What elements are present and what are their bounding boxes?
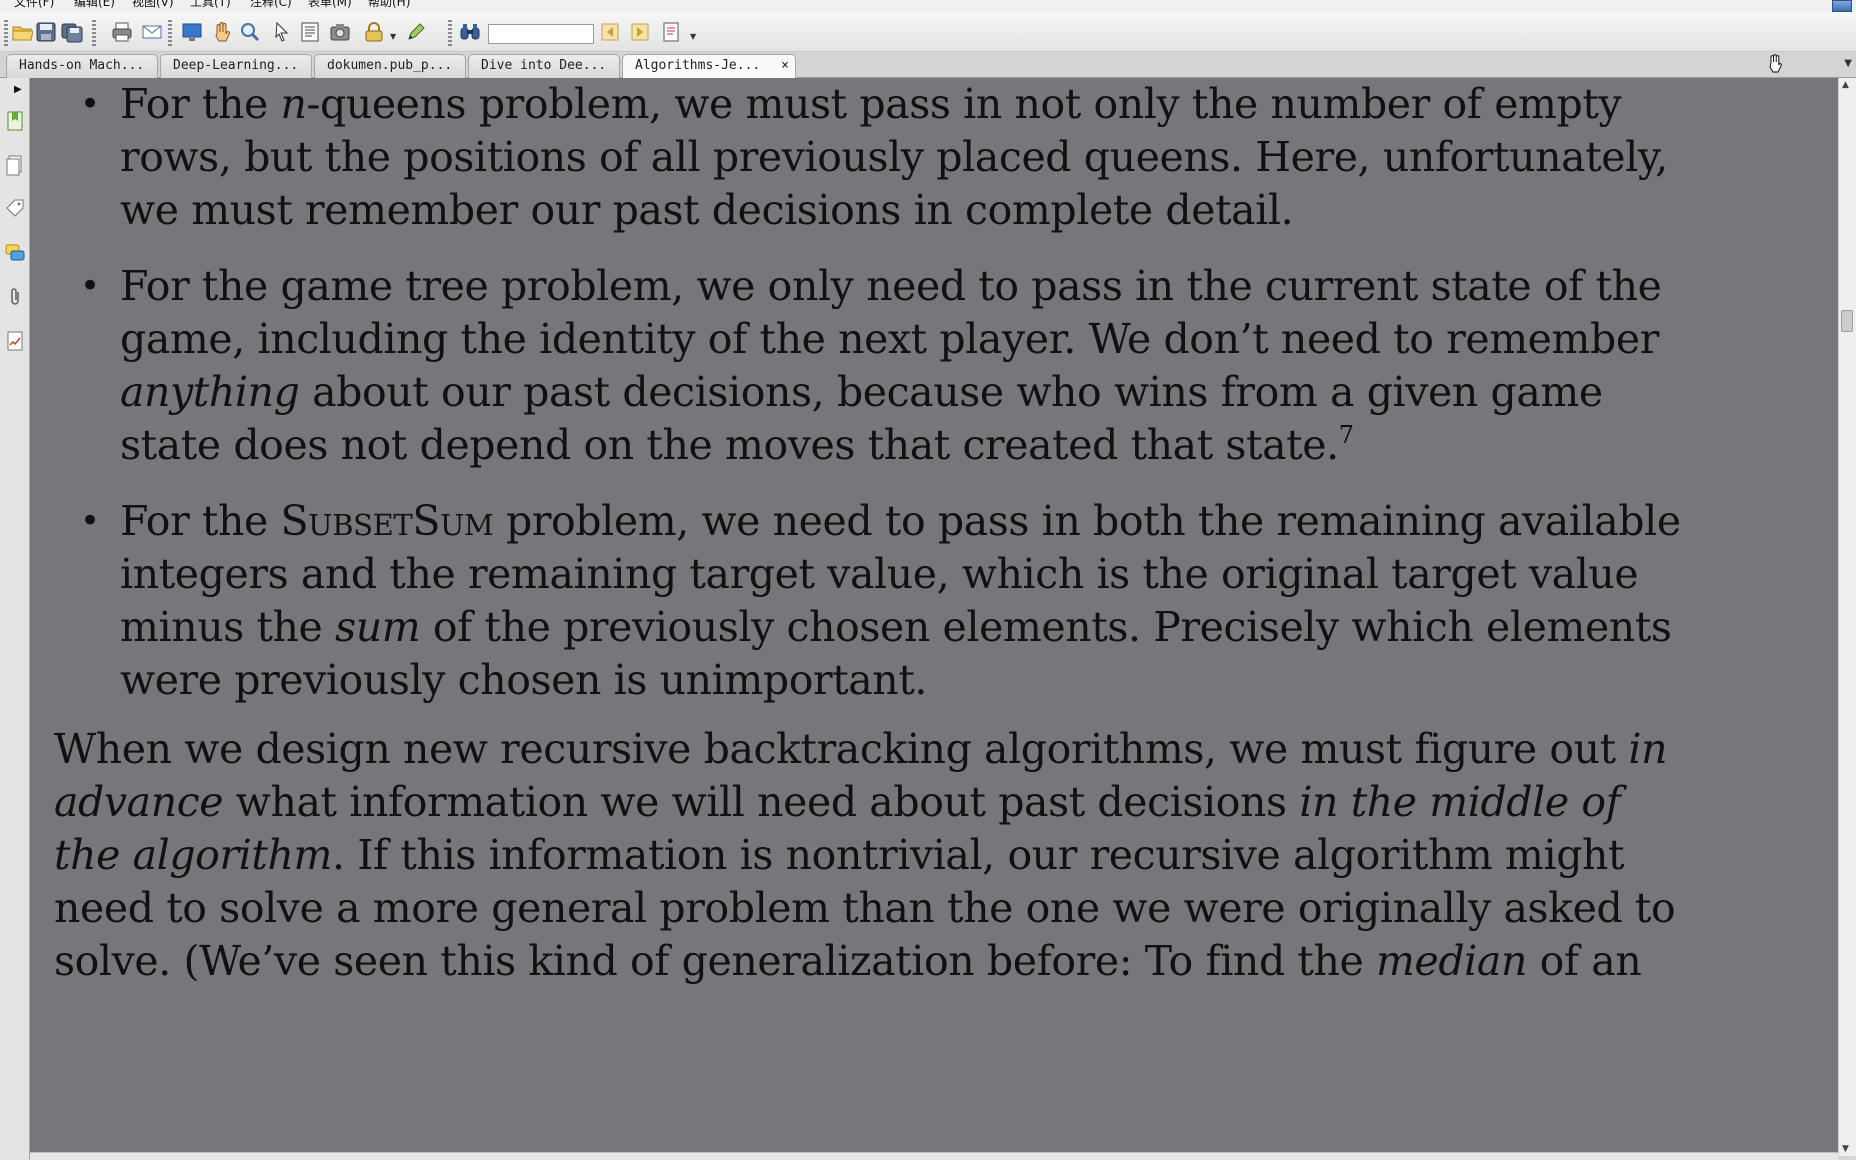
tab-label: Algorithms-Je... (635, 58, 761, 73)
text-line: state does not depend on the moves that … (120, 421, 1354, 469)
text-line: solve. (We’ve seen this kind of generali… (54, 937, 1642, 985)
snapshot-icon[interactable] (328, 20, 352, 44)
text-line: When we design new recursive backtrackin… (54, 725, 1668, 773)
tab-label: Deep-Learning... (173, 58, 299, 73)
vertical-scrollbar[interactable]: ▲ ▼ (1838, 78, 1856, 1156)
menu-bar: 文件(F) 编辑(E) 视图(V) 工具(T) 注释(C) 表单(M) 帮助(H… (0, 0, 1856, 12)
save-icon[interactable] (34, 20, 58, 44)
bookmarks-icon[interactable] (5, 110, 25, 132)
save-all-icon[interactable] (60, 20, 84, 44)
text-line: game, including the identity of the next… (120, 315, 1659, 363)
menu-comment[interactable]: 注释(C) (250, 0, 292, 8)
tab-dokumen-pub[interactable]: dokumen.pub_p... (314, 54, 466, 78)
horizontal-scrollbar[interactable] (30, 1152, 1838, 1160)
email-icon[interactable] (140, 20, 164, 44)
pages-icon[interactable] (5, 154, 25, 176)
text-line: need to solve a more general problem tha… (54, 884, 1676, 932)
text-line: For the n-queens problem, we must pass i… (120, 80, 1622, 128)
doc-options-icon[interactable] (660, 20, 684, 44)
toolbar-grip[interactable] (92, 20, 96, 46)
tab-dive-into-deep-learning[interactable]: Dive into Dee... (468, 54, 620, 78)
tab-label: Dive into Dee... (481, 58, 607, 73)
panel-expand-icon[interactable]: ▶ (14, 84, 22, 95)
window-restore-icon[interactable] (1832, 0, 1852, 12)
lock-dropdown-icon[interactable]: ▼ (390, 32, 396, 41)
print-icon[interactable] (110, 20, 134, 44)
next-result-icon[interactable] (628, 20, 652, 44)
tab-label: Hands-on Mach... (19, 58, 145, 73)
text-line: were previously chosen is unimportant. (120, 656, 928, 704)
tab-deep-learning[interactable]: Deep-Learning... (160, 54, 312, 78)
text-line: For the game tree problem, we only need … (120, 262, 1662, 310)
zoom-icon[interactable] (238, 20, 262, 44)
text-line: we must remember our past decisions in c… (120, 186, 1294, 234)
menu-tools[interactable]: 工具(T) (190, 0, 231, 8)
bullet-marker: • (80, 84, 101, 124)
prev-result-icon[interactable] (598, 20, 622, 44)
menu-form[interactable]: 表单(M) (308, 0, 352, 8)
document-tab-bar: Hands-on Mach... Deep-Learning... dokume… (0, 52, 1856, 79)
tab-close-icon[interactable]: × (781, 55, 789, 77)
edit-icon[interactable] (404, 20, 428, 44)
navigation-panel: ▶ (0, 78, 30, 1160)
toolbar-grip[interactable] (448, 20, 452, 46)
scroll-up-icon[interactable]: ▲ (1842, 80, 1849, 90)
text-line: anything about our past decisions, becau… (120, 368, 1603, 416)
hand-icon[interactable] (210, 20, 234, 44)
comments-icon[interactable] (5, 242, 25, 264)
text-line: integers and the remaining target value,… (120, 550, 1639, 598)
fullscreen-icon[interactable] (180, 20, 204, 44)
attachments-icon[interactable] (5, 286, 25, 308)
toolbar-grip[interactable] (168, 20, 172, 46)
menu-view[interactable]: 视图(V) (132, 0, 174, 8)
find-input[interactable] (488, 24, 594, 44)
select-icon[interactable] (270, 20, 294, 44)
text-line: the algorithm. If this information is no… (54, 831, 1625, 879)
menu-file[interactable]: 文件(F) (14, 0, 54, 8)
toolbar-grip[interactable] (4, 20, 8, 46)
text-line: For the SubsetSum problem, we need to pa… (120, 497, 1681, 545)
text-line: minus the sum of the previously chosen e… (120, 603, 1672, 651)
document-page[interactable]: • For the n-queens problem, we must pass… (30, 78, 1838, 1156)
tab-hands-on-machine-learning[interactable]: Hands-on Mach... (6, 54, 158, 78)
scroll-down-icon[interactable]: ▼ (1842, 1144, 1849, 1154)
text-line: advance what information we will need ab… (54, 778, 1621, 826)
find-icon[interactable] (458, 20, 482, 44)
open-icon[interactable] (10, 20, 34, 44)
text-line: rows, but the positions of all previousl… (120, 133, 1668, 181)
text-select-icon[interactable] (298, 20, 322, 44)
tab-label: dokumen.pub_p... (327, 58, 453, 73)
menu-help[interactable]: 帮助(H) (368, 0, 410, 8)
footnote-marker[interactable]: 7 (1339, 421, 1354, 449)
menu-edit[interactable]: 编辑(E) (74, 0, 115, 8)
bullet-marker: • (80, 501, 101, 541)
hand-cursor-icon (1769, 54, 1782, 73)
bullet-marker: • (80, 266, 101, 306)
lock-icon[interactable] (362, 20, 386, 44)
tags-icon[interactable] (5, 198, 25, 220)
doc-options-dropdown-icon[interactable]: ▼ (690, 32, 696, 41)
scroll-thumb[interactable] (1841, 310, 1853, 332)
tab-list-dropdown-icon[interactable]: ▼ (1844, 58, 1852, 69)
toolbar: ▼ ▼ (0, 12, 1856, 52)
signatures-icon[interactable] (5, 330, 25, 352)
tab-algorithms[interactable]: Algorithms-Je... × (622, 54, 796, 79)
